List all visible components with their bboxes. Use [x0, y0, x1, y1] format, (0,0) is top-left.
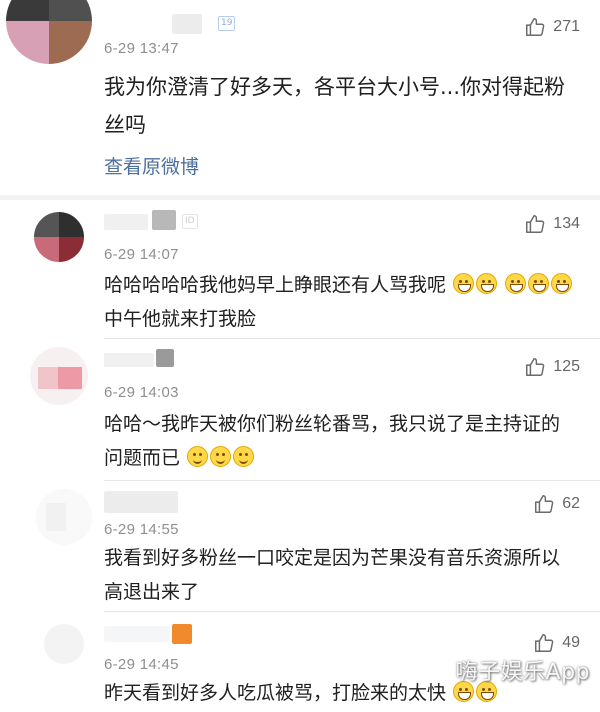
username[interactable]: [104, 491, 178, 513]
smiling-face-icon: [210, 446, 232, 467]
user-badge: ID: [182, 214, 198, 229]
comment-text: 哈哈～我昨天被你们粉丝轮番骂，我只说了是主持证的问题而已: [104, 407, 574, 475]
comment-time: 6-29 14:45: [104, 656, 179, 673]
comment-text-part: 哈哈～我昨天被你们粉丝轮番骂，我只说了是主持证的问题而已: [104, 413, 561, 469]
username[interactable]: [104, 626, 170, 642]
avatar[interactable]: [44, 624, 84, 664]
comment-time: 6-29 14:03: [104, 384, 179, 401]
grinning-face-icon: [528, 273, 550, 294]
comment-item: ID 6-29 14:07 134 哈哈哈哈哈我他妈早上睁眼还有人骂我呢 中午他…: [0, 200, 600, 338]
grinning-face-icon: [453, 273, 475, 294]
thumbs-up-icon: [535, 495, 554, 513]
smiling-face-icon: [233, 446, 255, 467]
comment-time: 6-29 14:07: [104, 246, 179, 263]
username[interactable]: [104, 214, 148, 230]
comment-item: 6-29 14:03 125 哈哈～我昨天被你们粉丝轮番骂，我只说了是主持证的问…: [0, 339, 600, 480]
comment-like-button[interactable]: 49: [533, 632, 580, 654]
comment-time: 6-29 14:55: [104, 521, 179, 538]
username-suffix: [152, 210, 176, 230]
user-badge: 19: [218, 16, 236, 31]
comment-text-part: 昨天看到好多人吃瓜被骂，打脸来的太快: [104, 682, 447, 704]
comment-text: 哈哈哈哈哈我他妈早上睁眼还有人骂我呢 中午他就来打我脸: [104, 268, 574, 336]
comment-like-button[interactable]: 134: [524, 213, 580, 235]
thumbs-up-icon: [526, 215, 545, 233]
comment-like-button[interactable]: 62: [533, 493, 580, 515]
like-count: 62: [562, 495, 580, 512]
avatar[interactable]: [36, 489, 92, 545]
like-count: 49: [562, 634, 580, 651]
username[interactable]: [172, 14, 202, 34]
post-text: 我为你澄清了好多天，各平台大小号...你对得起粉丝吗: [104, 75, 566, 137]
grinning-face-icon: [505, 273, 527, 294]
original-post: 19 6-29 13:47 271 我为你澄清了好多天，各平台大小号...你对得…: [0, 0, 600, 195]
comment-like-button[interactable]: 125: [524, 356, 580, 378]
avatar[interactable]: [34, 212, 84, 262]
watermark: 嗨子娱乐App: [455, 660, 590, 685]
avatar[interactable]: [30, 347, 88, 405]
grinning-face-icon: [551, 273, 573, 294]
like-count: 125: [553, 358, 580, 375]
comment-item: 6-29 14:55 62 我看到好多粉丝一口咬定是因为芒果没有音乐资源所以高退…: [0, 481, 600, 611]
grinning-face-icon: [476, 273, 498, 294]
like-count: 134: [553, 215, 580, 232]
post-time: 6-29 13:47: [104, 40, 179, 57]
thumbs-up-icon: [526, 18, 545, 36]
like-count: 271: [553, 18, 580, 35]
view-original-link[interactable]: 查看原微博: [104, 152, 199, 179]
post-like-button[interactable]: 271: [524, 16, 580, 38]
smiling-face-icon: [187, 446, 209, 467]
avatar[interactable]: [6, 0, 92, 64]
thumbs-up-icon: [535, 634, 554, 652]
username[interactable]: [104, 353, 154, 367]
thumbs-up-icon: [526, 358, 545, 376]
comment-text-part: 哈哈哈哈哈我他妈早上睁眼还有人骂我呢: [104, 274, 447, 296]
username-suffix: [156, 349, 174, 367]
username-suffix: [172, 624, 192, 644]
comment-text-part: 中午他就来打我脸: [104, 308, 257, 330]
comment-text: 我看到好多粉丝一口咬定是因为芒果没有音乐资源所以高退出来了: [104, 547, 561, 603]
